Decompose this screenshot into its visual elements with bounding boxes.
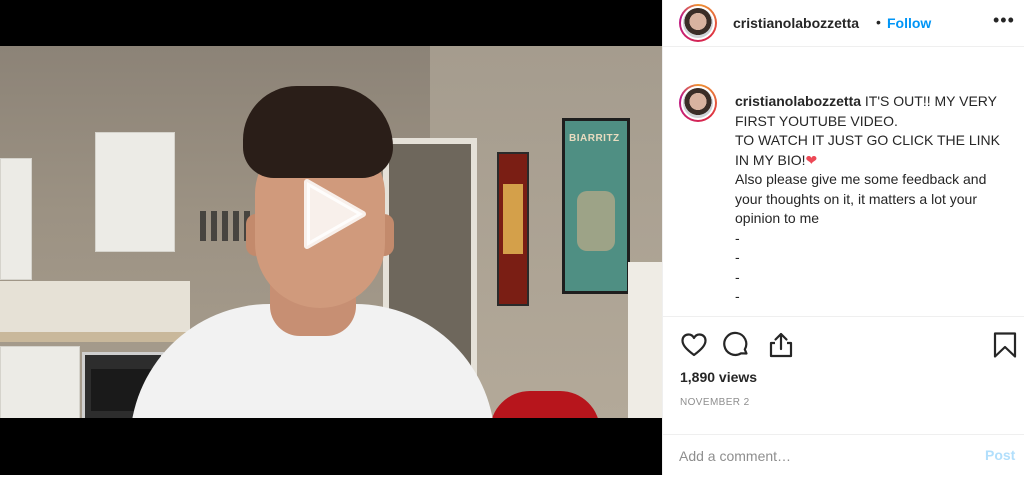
comment-bar: Post xyxy=(663,434,1024,478)
caption-dash: - xyxy=(735,249,740,265)
caption-dash: - xyxy=(735,288,740,304)
post-header: cristianolabozzetta • Follow ••• xyxy=(663,0,1024,47)
caption-line-2: TO WATCH IT JUST GO CLICK THE LINK IN MY… xyxy=(735,132,1001,168)
comment-icon[interactable] xyxy=(722,331,750,359)
separator-dot: • xyxy=(876,14,881,30)
bookmark-icon[interactable] xyxy=(991,331,1019,359)
views-count[interactable]: 1,890 views xyxy=(680,369,757,385)
caption-username[interactable]: cristianolabozzetta xyxy=(735,93,861,109)
comment-input[interactable] xyxy=(679,446,959,466)
caption-dash: - xyxy=(735,229,740,246)
post-button[interactable]: Post xyxy=(985,447,1015,463)
share-icon[interactable] xyxy=(767,331,795,359)
more-icon[interactable]: ••• xyxy=(993,10,1015,31)
post-sidebar: cristianolabozzetta • Follow ••• cristia… xyxy=(662,0,1024,475)
post-caption: cristianolabozzetta IT'S OUT!! MY VERY F… xyxy=(735,92,1005,307)
avatar[interactable] xyxy=(679,4,717,42)
caption-avatar[interactable] xyxy=(679,84,717,122)
post-date[interactable]: NOVEMBER 2 xyxy=(680,397,750,408)
video-player[interactable]: BIARRITZ xyxy=(0,0,662,475)
heart-emoji: ❤ xyxy=(805,151,818,168)
heart-icon[interactable] xyxy=(680,331,708,359)
wall-poster-biarritz: BIARRITZ xyxy=(562,118,630,294)
post-actions: 1,890 views NOVEMBER 2 Post xyxy=(663,316,1024,477)
caption-line-3: Also please give me some feedback and yo… xyxy=(735,171,987,226)
follow-button[interactable]: Follow xyxy=(887,15,931,31)
caption-dash: - xyxy=(735,268,740,285)
person-hair xyxy=(243,86,393,178)
play-icon[interactable] xyxy=(293,176,369,252)
header-username[interactable]: cristianolabozzetta xyxy=(733,15,859,31)
wall-poster-red xyxy=(497,152,529,306)
